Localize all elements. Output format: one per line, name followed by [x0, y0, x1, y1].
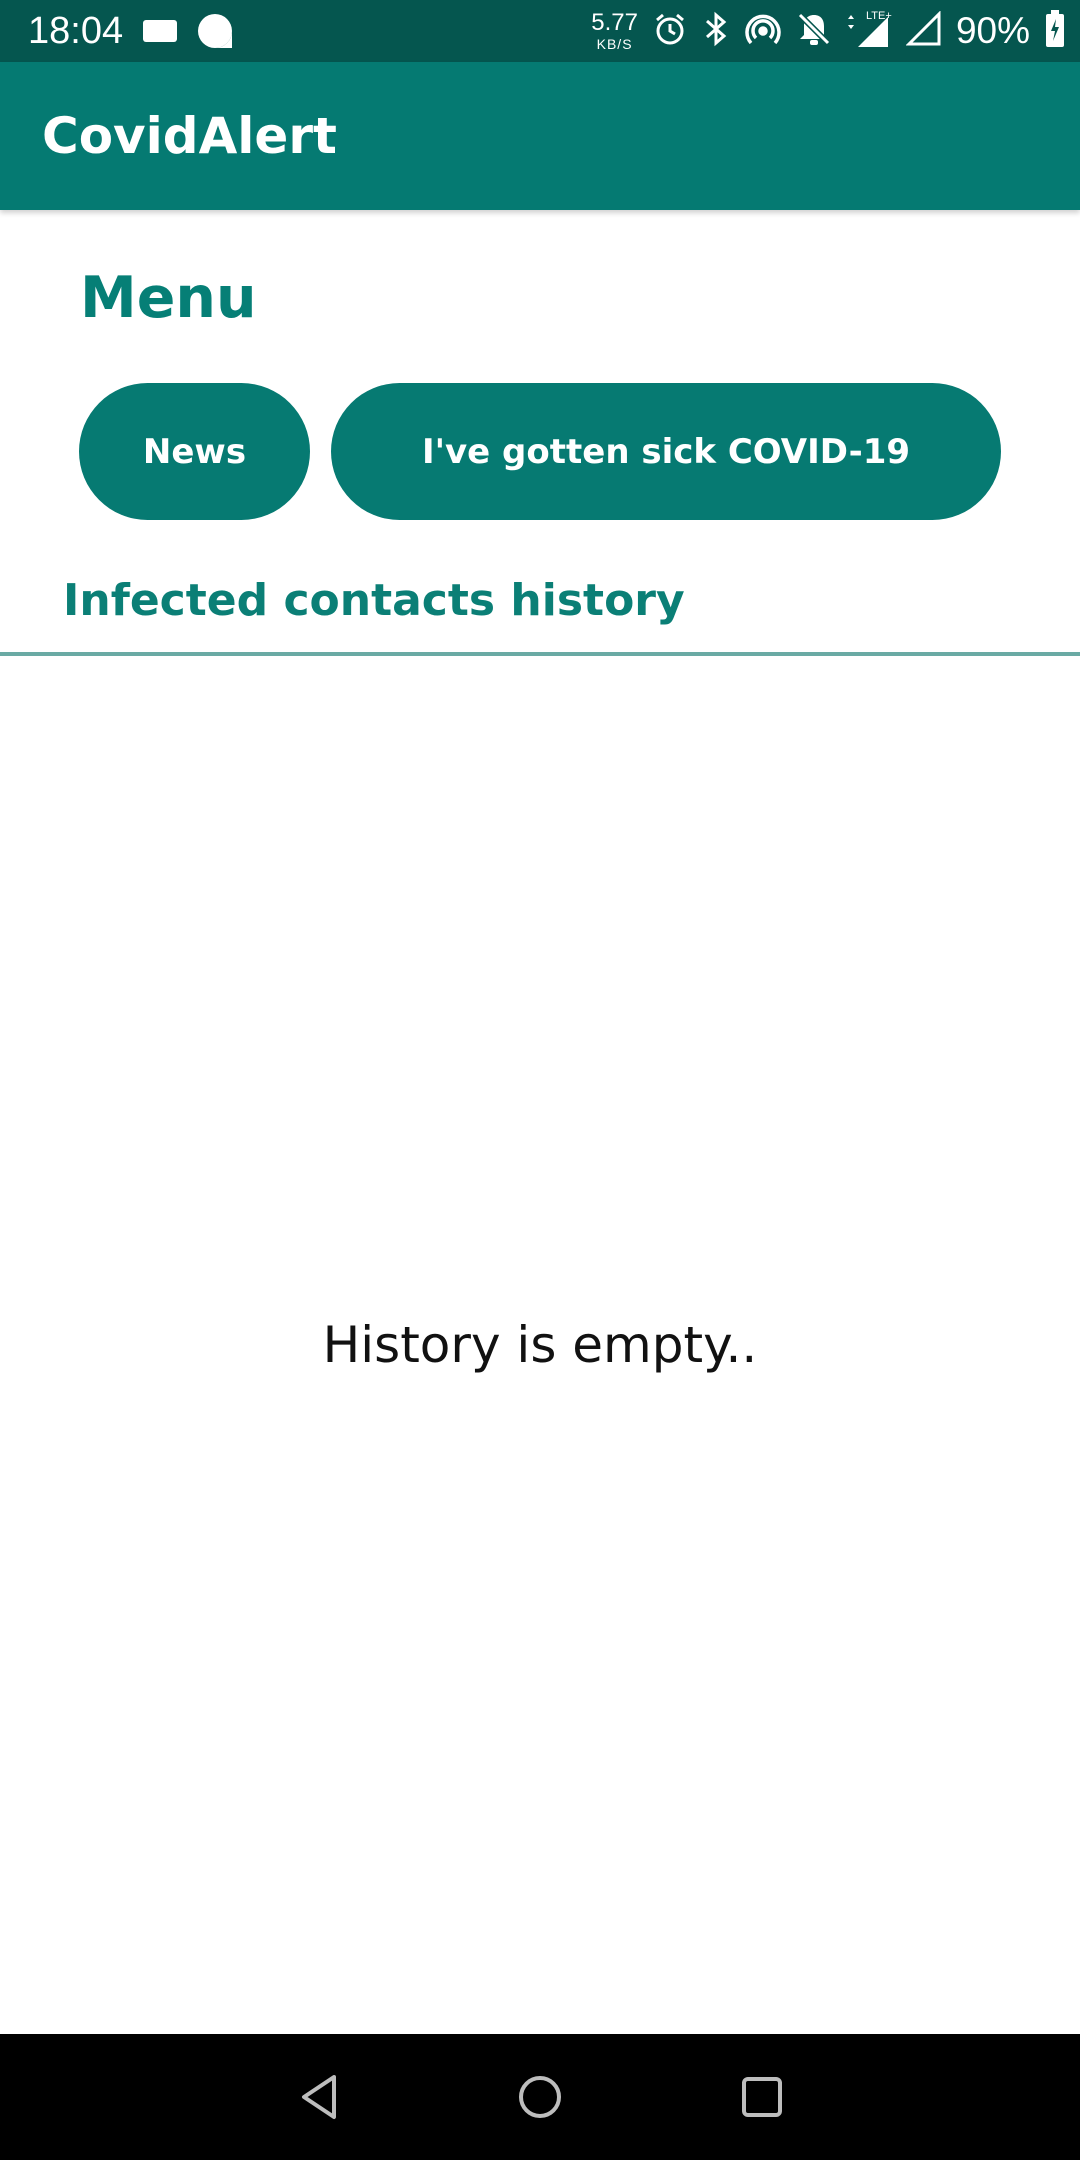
menu-heading: Menu — [80, 265, 257, 331]
status-bar: 18:04 5.77 KB/S LTE+ 90% — [0, 0, 1080, 62]
recents-icon[interactable] — [732, 2067, 792, 2127]
app-bar: CovidAlert — [0, 62, 1080, 210]
screen: 18:04 5.77 KB/S LTE+ 90% CovidAlert Menu… — [0, 0, 1080, 2160]
battery-percentage: 90% — [955, 10, 1030, 51]
status-right-icons: 5.77 KB/S LTE+ 90% — [591, 6, 1066, 56]
app-title: CovidAlert — [42, 107, 337, 165]
battery-charging-icon — [1044, 9, 1066, 53]
network-speed-unit: KB/S — [596, 36, 633, 52]
mute-icon — [796, 11, 832, 51]
navigation-bar — [0, 2034, 1080, 2160]
report-sick-button[interactable]: I've gotten sick COVID-19 — [331, 383, 1001, 520]
status-time: 18:04 — [28, 10, 124, 52]
history-heading: Infected contacts history — [63, 575, 685, 626]
news-button[interactable]: News — [79, 383, 310, 520]
bluetooth-icon — [702, 11, 730, 51]
back-icon[interactable] — [290, 2067, 350, 2127]
signal-icon: LTE+ — [846, 9, 892, 53]
history-empty-message: History is empty.. — [322, 1316, 758, 1374]
alarm-icon — [652, 11, 688, 51]
signal-empty-icon — [905, 10, 942, 51]
network-speed-value: 5.77 — [591, 9, 638, 36]
network-speed: 5.77 KB/S — [591, 9, 638, 52]
message-icon — [142, 18, 178, 48]
home-icon[interactable] — [510, 2067, 570, 2127]
status-left-icons — [142, 13, 234, 53]
notification-icon — [196, 13, 234, 53]
hotspot-icon — [744, 11, 782, 51]
history-divider — [0, 652, 1080, 656]
